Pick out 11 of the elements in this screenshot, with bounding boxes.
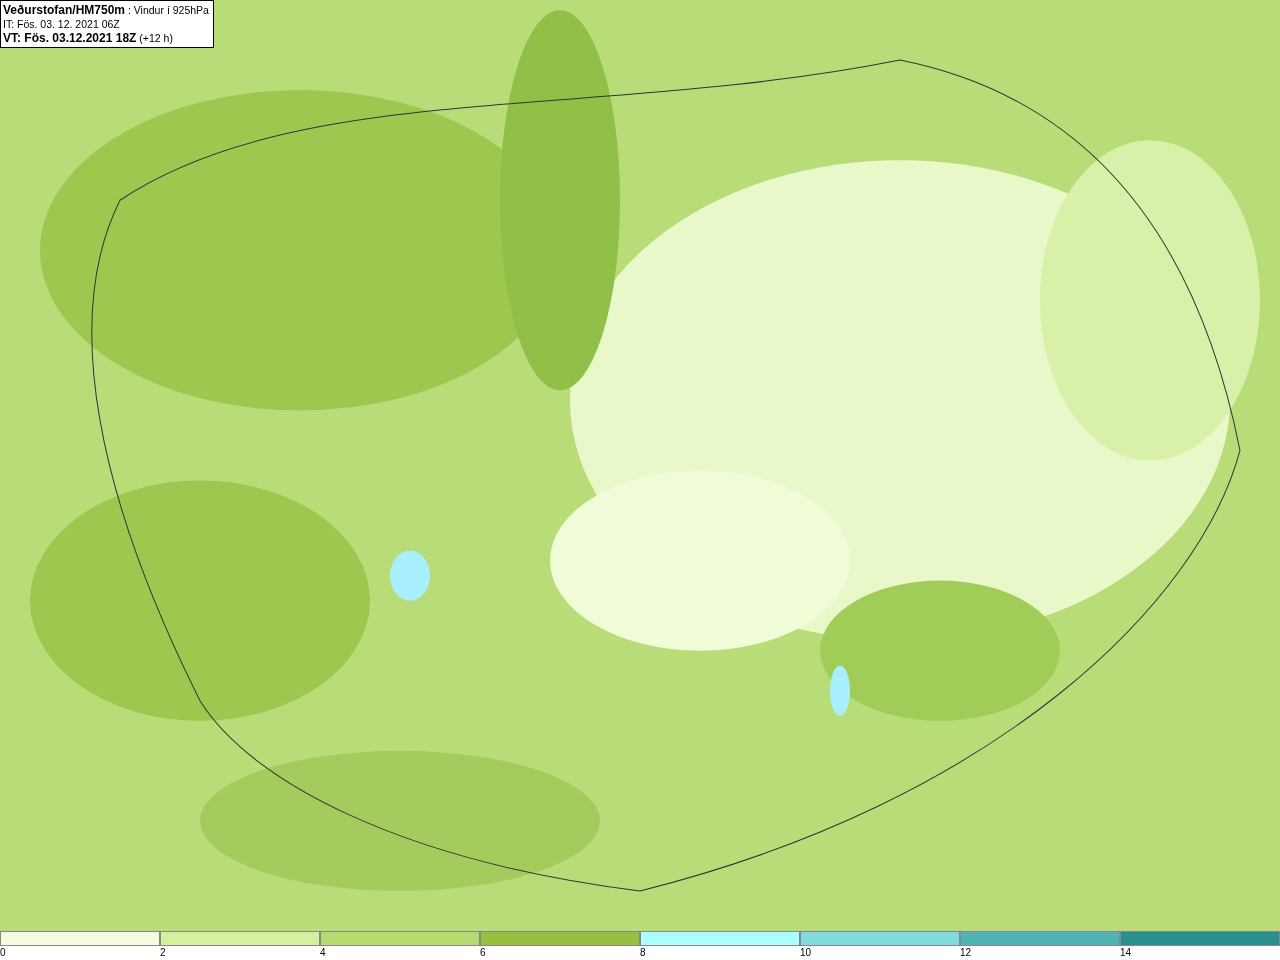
legend-tick-label: 10 — [800, 946, 813, 960]
legend-tick-label: 2 — [160, 946, 167, 960]
legend-tick-label: 6 — [480, 946, 487, 960]
title-line: Veðurstofan/HM750m : Vindur í 925hPa — [3, 3, 209, 17]
title-line: VT: Fös. 03.12.2021 18Z (+12 h) — [3, 31, 174, 45]
legend-tick-label: 4 — [320, 946, 327, 960]
legend-tick-label: 8 — [640, 946, 647, 960]
legend-tick-label: 14 — [1120, 946, 1133, 960]
legend-tick-label: 0 — [0, 946, 7, 960]
title-line: IT: Fös. 03. 12. 2021 06Z — [3, 17, 121, 31]
legend-tick-label: 12 — [960, 946, 973, 960]
